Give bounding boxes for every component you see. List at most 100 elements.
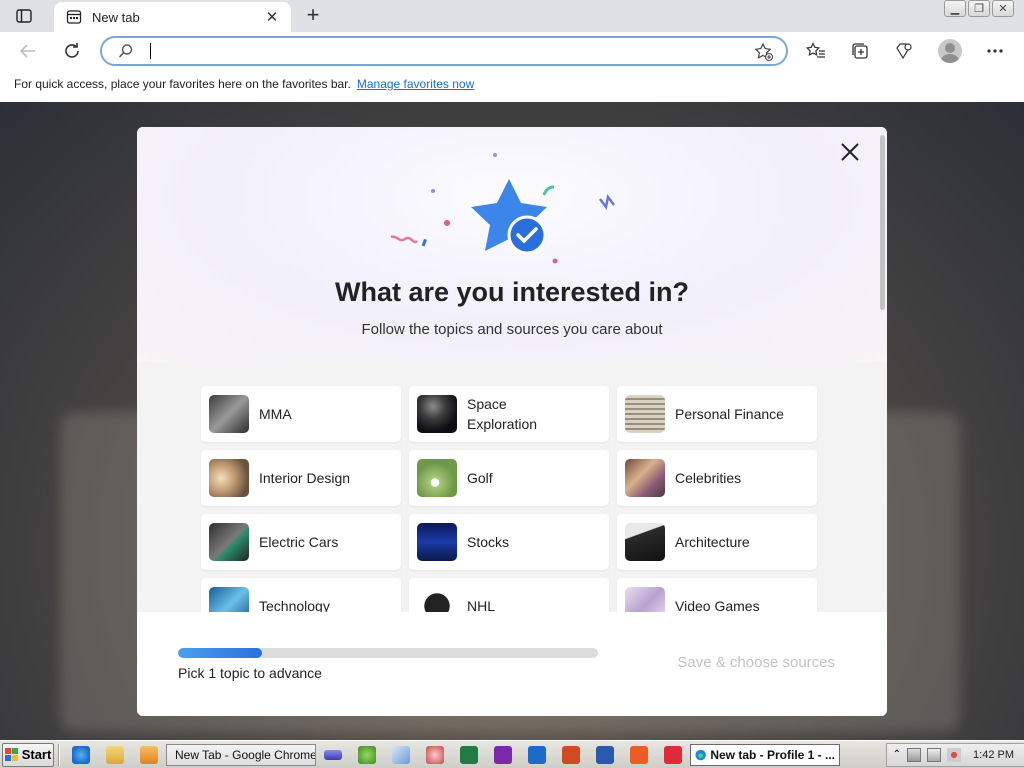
favorites-icon[interactable] bbox=[802, 37, 830, 65]
tab-actions-button[interactable] bbox=[12, 6, 36, 26]
save-choose-sources-button[interactable]: Save & choose sources bbox=[677, 654, 835, 671]
topic-space-exploration[interactable]: Space Exploration bbox=[409, 386, 609, 442]
close-dialog-icon[interactable] bbox=[839, 141, 861, 163]
network-icon[interactable] bbox=[927, 747, 942, 762]
restore-icon[interactable]: ❐ bbox=[968, 0, 990, 17]
system-tray: ⌃ 1:42 PM bbox=[885, 742, 1024, 767]
progress-fill bbox=[178, 648, 262, 658]
outlook-icon[interactable] bbox=[528, 745, 546, 764]
text-caret bbox=[150, 43, 151, 59]
windows-taskbar: Start New Tab - Google Chrome New tab - … bbox=[0, 740, 1024, 768]
internet-explorer-icon[interactable] bbox=[72, 745, 90, 764]
close-window-icon[interactable]: ✕ bbox=[992, 0, 1014, 17]
word-icon[interactable] bbox=[596, 745, 614, 764]
refresh-icon[interactable] bbox=[58, 37, 86, 65]
profile-avatar[interactable] bbox=[938, 39, 962, 63]
topics-grid: MMA Space Exploration Personal Finance I… bbox=[201, 386, 817, 612]
celebrities-thumbnail-icon bbox=[625, 459, 665, 497]
excel-icon[interactable] bbox=[460, 745, 478, 764]
address-bar[interactable] bbox=[100, 36, 788, 66]
windows-logo-icon bbox=[4, 747, 18, 761]
add-favorite-star-icon[interactable] bbox=[754, 42, 774, 62]
volume-muted-icon[interactable] bbox=[947, 747, 962, 762]
topic-celebrities[interactable]: Celebrities bbox=[617, 450, 817, 506]
task-label: New tab - Profile 1 - ... bbox=[710, 747, 835, 762]
topic-personal-finance[interactable]: Personal Finance bbox=[617, 386, 817, 442]
topic-label: Interior Design bbox=[259, 470, 351, 486]
topic-label: Video Games bbox=[675, 598, 760, 612]
new-tab-plus-icon[interactable]: + bbox=[302, 4, 324, 26]
start-label: Start bbox=[21, 747, 52, 762]
task-label: New Tab - Google Chrome bbox=[175, 747, 316, 762]
video-games-thumbnail-icon bbox=[625, 587, 665, 612]
nhl-thumbnail-icon bbox=[417, 587, 457, 612]
link-icon[interactable] bbox=[324, 749, 342, 760]
dialog-subtitle: Follow the topics and sources you care a… bbox=[361, 321, 663, 338]
star-check-illustration-icon bbox=[390, 153, 615, 264]
dialog-footer: Pick 1 topic to advance Save & choose so… bbox=[137, 612, 887, 716]
topic-label: Architecture bbox=[675, 534, 750, 550]
paint-icon[interactable] bbox=[392, 745, 410, 764]
start-button[interactable]: Start bbox=[2, 742, 54, 767]
topic-label: NHL bbox=[467, 598, 496, 612]
chrome-alt-icon[interactable] bbox=[426, 745, 444, 764]
brave-icon[interactable] bbox=[630, 745, 648, 764]
topic-label: Stocks bbox=[467, 534, 510, 550]
progress-bar bbox=[178, 648, 598, 658]
topic-label: Personal Finance bbox=[675, 406, 784, 422]
interests-dialog: What are you interested in? Follow the t… bbox=[137, 127, 887, 716]
favorites-bar-message: For quick access, place your favorites h… bbox=[14, 77, 351, 91]
topic-electric-cars[interactable]: Electric Cars bbox=[201, 514, 401, 570]
finance-thumbnail-icon bbox=[625, 395, 665, 433]
tab-strip: New tab ✕ + ▁ ❐ ✕ bbox=[0, 0, 1024, 32]
topic-mma[interactable]: MMA bbox=[201, 386, 401, 442]
taskbar-separator bbox=[58, 743, 60, 766]
stocks-thumbnail-icon bbox=[417, 523, 457, 561]
vivaldi-icon[interactable] bbox=[664, 745, 682, 764]
progress-label: Pick 1 topic to advance bbox=[178, 665, 322, 681]
address-input[interactable] bbox=[154, 42, 734, 62]
technology-thumbnail-icon bbox=[209, 587, 249, 612]
dialog-scrollbar[interactable] bbox=[879, 135, 887, 310]
back-arrow-icon[interactable] bbox=[14, 37, 42, 65]
file-explorer-icon[interactable] bbox=[106, 745, 124, 764]
media-player-icon[interactable] bbox=[140, 745, 158, 764]
topic-label: Celebrities bbox=[675, 470, 742, 486]
window-controls: ▁ ❐ ✕ bbox=[944, 0, 1014, 17]
mma-thumbnail-icon bbox=[209, 395, 249, 433]
interior-thumbnail-icon bbox=[209, 459, 249, 497]
tab-close-icon[interactable]: ✕ bbox=[263, 8, 281, 26]
topic-technology[interactable]: Technology bbox=[201, 578, 401, 612]
more-menu-icon[interactable] bbox=[981, 37, 1009, 65]
onenote-icon[interactable] bbox=[494, 745, 512, 764]
collections-icon[interactable] bbox=[846, 37, 874, 65]
topic-golf[interactable]: Golf bbox=[409, 450, 609, 506]
search-icon bbox=[118, 44, 133, 58]
scrollbar-thumb[interactable] bbox=[880, 135, 885, 310]
tab-title: New tab bbox=[92, 9, 140, 25]
browser-essentials-icon[interactable] bbox=[890, 37, 918, 65]
tab-new-tab[interactable]: New tab ✕ bbox=[54, 2, 291, 32]
topic-stocks[interactable]: Stocks bbox=[409, 514, 609, 570]
topic-label: Space Exploration bbox=[467, 396, 538, 432]
new-tab-page-icon bbox=[66, 10, 82, 24]
minimize-icon[interactable]: ▁ bbox=[944, 0, 966, 17]
topic-label: Electric Cars bbox=[259, 534, 339, 550]
electric-cars-thumbnail-icon bbox=[209, 523, 249, 561]
show-hidden-icons-icon[interactable]: ⌃ bbox=[893, 749, 901, 760]
topic-interior-design[interactable]: Interior Design bbox=[201, 450, 401, 506]
favorites-bar: For quick access, place your favorites h… bbox=[0, 70, 1024, 102]
network-disconnected-icon[interactable] bbox=[907, 747, 922, 762]
space-thumbnail-icon bbox=[417, 395, 457, 433]
topic-architecture[interactable]: Architecture bbox=[617, 514, 817, 570]
taskbar-clock: 1:42 PM bbox=[973, 748, 1014, 761]
task-edge-profile[interactable]: New tab - Profile 1 - ... bbox=[690, 743, 840, 766]
topic-video-games[interactable]: Video Games bbox=[617, 578, 817, 612]
manage-favorites-link[interactable]: Manage favorites now bbox=[357, 77, 474, 91]
xbox-icon[interactable] bbox=[358, 745, 376, 764]
task-google-chrome[interactable]: New Tab - Google Chrome bbox=[166, 743, 316, 766]
topics-list: MMA Space Exploration Personal Finance I… bbox=[137, 362, 887, 612]
dialog-title: What are you interested in? bbox=[334, 277, 690, 307]
topic-nhl[interactable]: NHL bbox=[409, 578, 609, 612]
powerpoint-icon[interactable] bbox=[562, 745, 580, 764]
